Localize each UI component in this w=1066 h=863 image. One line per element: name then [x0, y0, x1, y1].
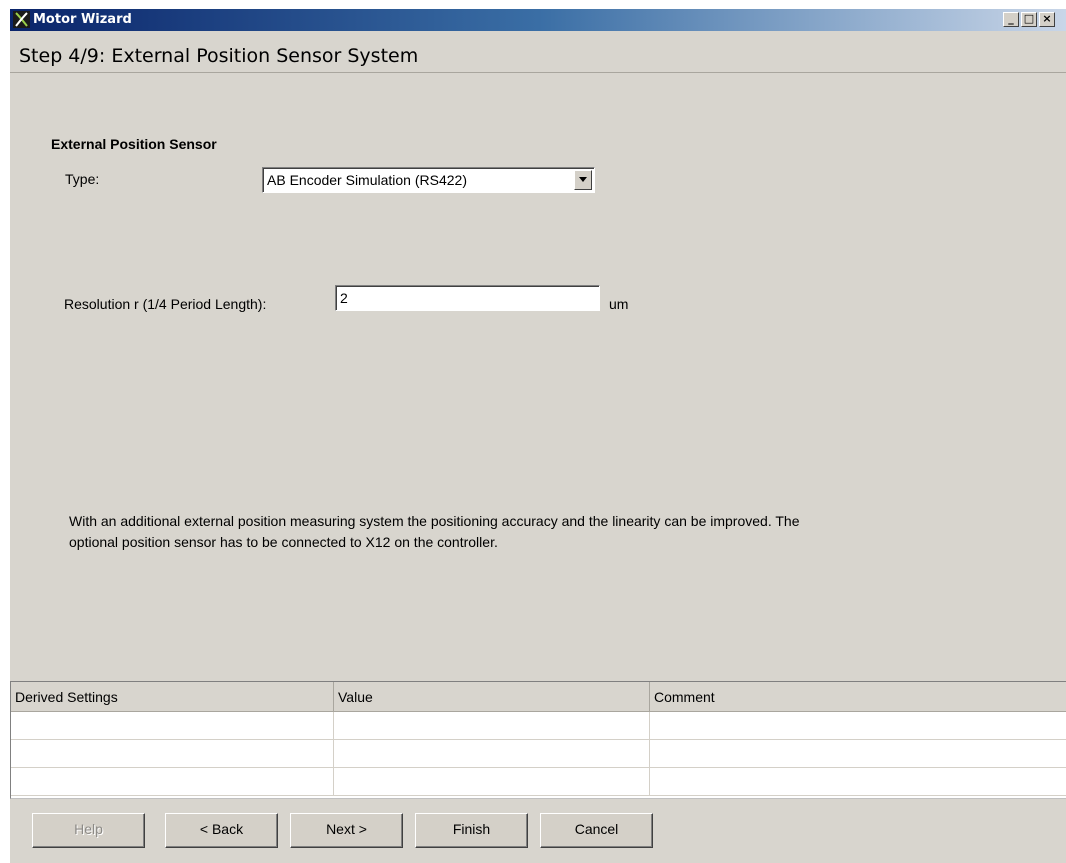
type-select-value: AB Encoder Simulation (RS422)	[267, 172, 467, 188]
table-row[interactable]	[11, 740, 1066, 768]
type-select[interactable]: AB Encoder Simulation (RS422)	[262, 167, 595, 193]
app-logo-icon	[13, 11, 30, 28]
resolution-label: Resolution r (1/4 Period Length):	[64, 296, 267, 312]
type-label-text: Type:	[65, 171, 100, 187]
table-cell	[11, 740, 334, 767]
table-cell	[650, 712, 1066, 739]
dropdown-button[interactable]	[574, 170, 592, 190]
section-title: External Position Sensor	[51, 136, 217, 152]
title-bar[interactable]: Motor Wizard _ □ ×	[10, 9, 1066, 31]
close-icon: ×	[1042, 12, 1052, 25]
table-cell	[11, 712, 334, 739]
next-button[interactable]: Next >	[290, 813, 403, 848]
step-header: Step 4/9: External Position Sensor Syste…	[10, 31, 1066, 73]
type-label: Type:	[65, 171, 99, 187]
finish-button[interactable]: Finish	[415, 813, 528, 848]
table-cell	[11, 768, 334, 795]
column-header-derived-settings[interactable]: Derived Settings	[11, 682, 334, 711]
description-text: With an additional external position mea…	[69, 513, 800, 550]
maximize-icon: □	[1023, 12, 1035, 25]
table-row[interactable]	[11, 712, 1066, 740]
cancel-button[interactable]: Cancel	[540, 813, 653, 848]
motor-wizard-window: Motor Wizard _ □ × Step 4/9: External Po…	[10, 9, 1066, 863]
column-header-label: Comment	[654, 689, 715, 705]
resolution-input[interactable]	[335, 285, 600, 311]
derived-settings-grid[interactable]: Derived Settings Value Comment	[10, 681, 1066, 799]
table-cell	[334, 740, 650, 767]
table-cell	[650, 740, 1066, 767]
table-row[interactable]	[11, 768, 1066, 796]
table-cell	[334, 712, 650, 739]
step-title: Step 4/9: External Position Sensor Syste…	[19, 45, 419, 67]
column-header-label: Value	[338, 689, 373, 705]
table-cell	[334, 768, 650, 795]
close-button[interactable]: ×	[1039, 12, 1055, 27]
table-cell	[650, 768, 1066, 795]
maximize-button[interactable]: □	[1021, 12, 1037, 27]
minimize-icon: _	[1008, 12, 1014, 25]
minimize-button[interactable]: _	[1003, 12, 1019, 27]
window-title: Motor Wizard	[33, 12, 132, 27]
grid-header: Derived Settings Value Comment	[11, 682, 1066, 712]
column-header-value[interactable]: Value	[334, 682, 650, 711]
back-button[interactable]: < Back	[165, 813, 278, 848]
help-button[interactable]: Help	[32, 813, 145, 848]
wizard-button-bar: Help < Back Next > Finish Cancel	[10, 801, 1066, 863]
chevron-down-icon	[579, 177, 587, 182]
column-header-label: Derived Settings	[15, 689, 118, 705]
resolution-unit: um	[609, 296, 629, 312]
column-header-comment[interactable]: Comment	[650, 682, 1066, 711]
